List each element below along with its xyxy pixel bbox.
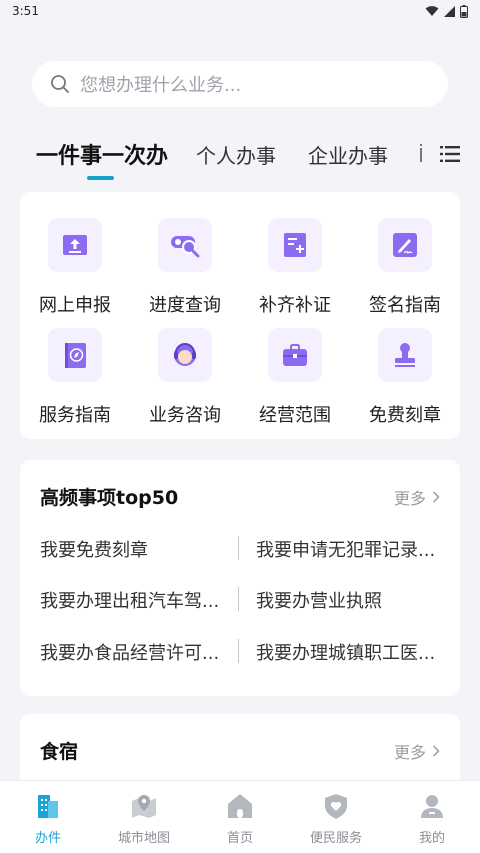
bottom-nav: 办件 城市地图 首页 便民服务 我的: [0, 780, 480, 853]
signal-icon: [444, 5, 455, 17]
service-label: 签名指南: [369, 295, 441, 316]
section-title: 食宿: [40, 741, 79, 763]
nav-home[interactable]: 首页: [192, 781, 288, 853]
service-progress-query[interactable]: 进度查询: [130, 218, 240, 318]
search-bar[interactable]: 您想办理什么业务...: [32, 61, 448, 107]
nav-convenience-services[interactable]: 便民服务: [288, 781, 384, 853]
service-guide[interactable]: 服务指南: [20, 328, 130, 428]
service-label: 免费刻章: [369, 405, 441, 426]
briefcase-icon: [268, 328, 322, 382]
wifi-icon: [425, 6, 439, 16]
frequent-items-card: 高频事项top50 更多 我要免费刻章 我要申请无犯罪记录... 我要办理出租汽…: [20, 460, 460, 696]
nav-profile[interactable]: 我的: [384, 781, 480, 853]
service-label: 业务咨询: [149, 405, 221, 426]
more-label: 更多: [393, 743, 426, 762]
nav-tasks[interactable]: 办件: [0, 781, 96, 853]
service-label: 经营范围: [259, 405, 331, 426]
list-item[interactable]: 我要申请无犯罪记录...: [256, 536, 450, 562]
status-icons: [425, 4, 468, 18]
tab-one-stop[interactable]: 一件事一次办: [36, 138, 168, 170]
list-item[interactable]: 我要办营业执照: [256, 587, 450, 613]
list-item[interactable]: 我要办理城镇职工医...: [256, 639, 450, 665]
tab-enterprise[interactable]: 企业办事: [308, 140, 388, 169]
chevron-right-icon: [432, 491, 440, 503]
menu-list-icon[interactable]: [440, 144, 460, 164]
nav-label: 城市地图: [117, 831, 170, 846]
tab-overflow-hint: [416, 136, 436, 172]
section-title: 高频事项top50: [40, 487, 179, 509]
signature-icon: [378, 218, 432, 272]
battery-icon: [460, 4, 468, 18]
service-supplement[interactable]: 补齐补证: [240, 218, 350, 318]
list-item[interactable]: 我要办理出租汽车驾...: [40, 587, 234, 613]
search-placeholder: 您想办理什么业务...: [80, 75, 242, 96]
service-signature-guide[interactable]: 签名指南: [350, 218, 460, 318]
shield-heart-icon: [325, 794, 347, 819]
nav-label: 首页: [226, 831, 253, 846]
building-icon: [38, 795, 58, 818]
status-bar: 3:51: [0, 0, 480, 22]
stamp-icon: [378, 328, 432, 382]
service-business-scope[interactable]: 经营范围: [240, 328, 350, 428]
service-label: 补齐补证: [259, 295, 331, 316]
list-item[interactable]: 我要办食品经营许可...: [40, 639, 234, 665]
nav-city-map[interactable]: 城市地图: [96, 781, 192, 853]
service-free-stamp[interactable]: 免费刻章: [350, 328, 460, 428]
status-time: 3:51: [12, 4, 39, 18]
service-label: 服务指南: [39, 405, 111, 426]
service-consult[interactable]: 业务咨询: [130, 328, 240, 428]
nav-label: 办件: [34, 831, 61, 846]
customer-service-icon: [158, 328, 212, 382]
chevron-right-icon: [432, 745, 440, 757]
document-add-icon: [268, 218, 322, 272]
category-tabs: 一件事一次办 个人办事 企业办事: [0, 132, 480, 182]
divider: [238, 639, 239, 663]
progress-search-icon: [158, 218, 212, 272]
upload-icon: [48, 218, 102, 272]
tab-personal[interactable]: 个人办事: [196, 140, 276, 169]
more-button[interactable]: 更多: [394, 739, 440, 763]
service-label: 网上申报: [39, 295, 111, 316]
divider: [238, 536, 239, 560]
compass-book-icon: [48, 328, 102, 382]
home-icon: [228, 794, 252, 818]
nav-label: 我的: [418, 831, 445, 846]
service-online-declare[interactable]: 网上申报: [20, 218, 130, 318]
more-label: 更多: [393, 489, 426, 508]
nav-label: 便民服务: [309, 831, 362, 846]
more-button[interactable]: 更多: [394, 485, 440, 509]
services-grid-card: 网上申报 进度查询 补齐补证 签名指南 服务指南 业务咨询 经营范围 免费刻章: [20, 192, 460, 439]
search-icon: [51, 75, 69, 93]
user-icon: [421, 795, 443, 818]
active-tab-indicator: [87, 176, 114, 180]
map-pin-icon: [132, 795, 156, 818]
service-label: 进度查询: [149, 295, 221, 316]
divider: [238, 587, 239, 611]
list-item[interactable]: 我要免费刻章: [40, 536, 234, 562]
